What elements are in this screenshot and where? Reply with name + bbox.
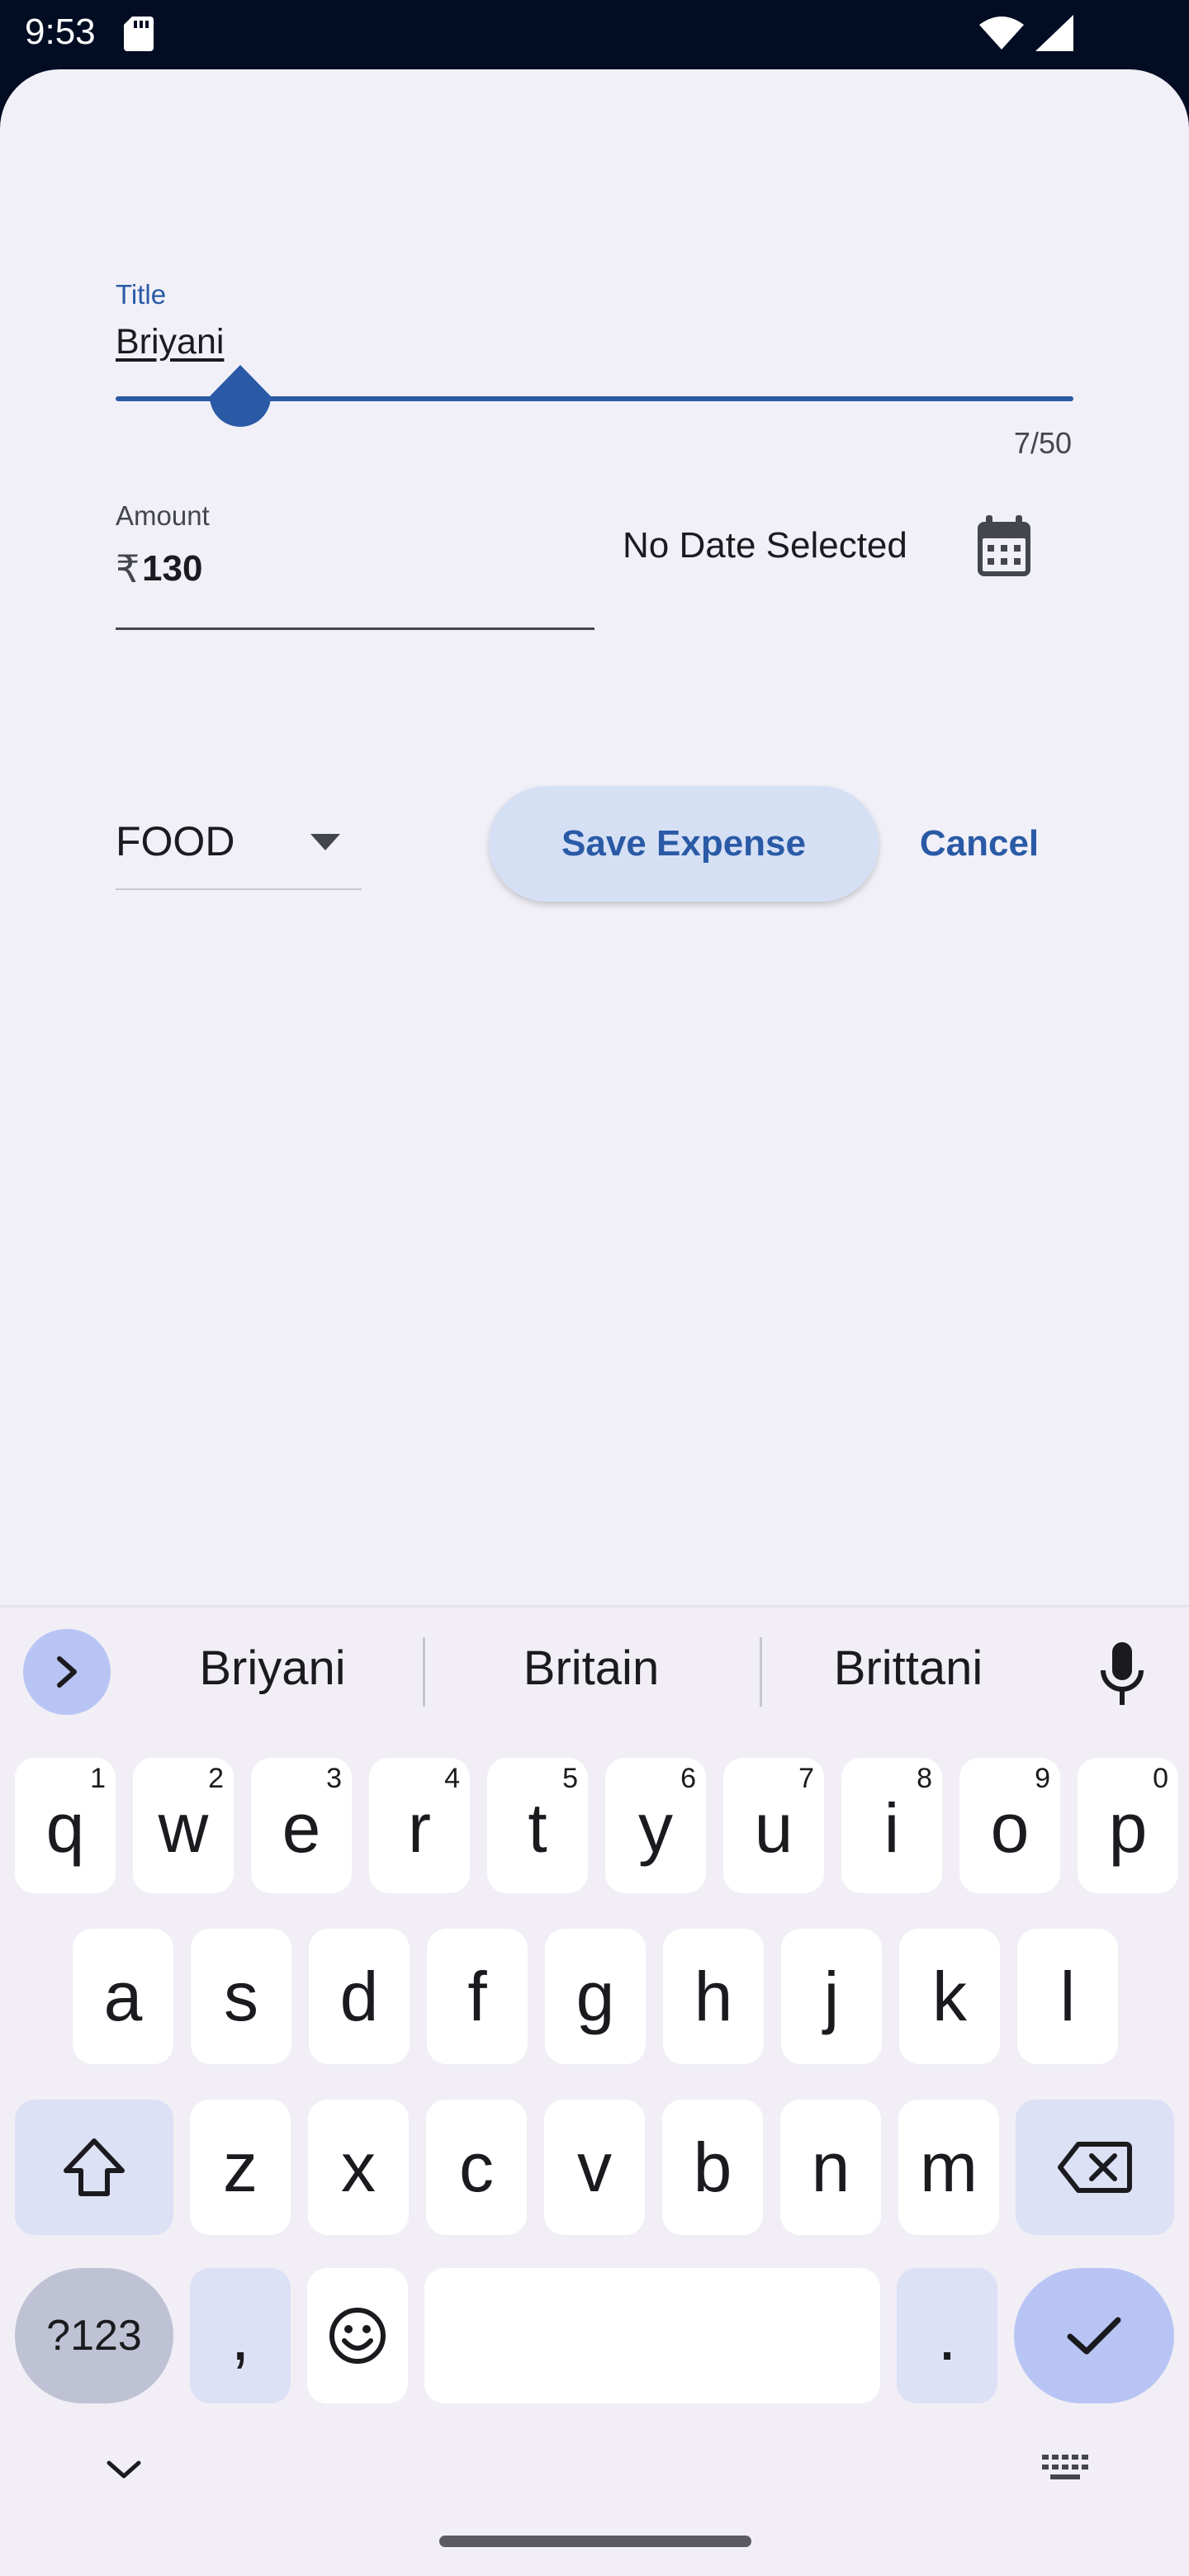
- key-z[interactable]: z: [190, 2100, 291, 2235]
- key-number-hint: 7: [798, 1763, 814, 1794]
- key-number-hint: 0: [1153, 1763, 1168, 1794]
- key-u[interactable]: u7: [723, 1758, 824, 1893]
- key-d[interactable]: d: [309, 1929, 410, 2064]
- suggestion-expand-button[interactable]: [23, 1629, 111, 1715]
- key-number-hint: 4: [444, 1763, 460, 1794]
- suggestion-1[interactable]: Briyani: [140, 1641, 405, 1696]
- selected-date-text: No Date Selected: [623, 525, 907, 566]
- soft-keyboard: Briyani Britain Brittani q1w2e3r4t5y6u7i…: [0, 1605, 1189, 2576]
- key-i[interactable]: i8: [841, 1758, 942, 1893]
- gesture-nav-handle[interactable]: [439, 2536, 751, 2547]
- key-o[interactable]: o9: [959, 1758, 1060, 1893]
- key-letter: q: [45, 1788, 85, 1867]
- emoji-key[interactable]: [307, 2268, 408, 2403]
- key-letter: r: [408, 1788, 431, 1867]
- key-l[interactable]: l: [1017, 1929, 1118, 2064]
- key-y[interactable]: y6: [605, 1758, 706, 1893]
- key-number-hint: 6: [680, 1763, 696, 1794]
- title-input[interactable]: Briyani: [116, 322, 224, 362]
- key-g[interactable]: g: [545, 1929, 646, 2064]
- microphone-icon[interactable]: [1098, 1641, 1146, 1707]
- key-number-hint: 5: [562, 1763, 578, 1794]
- key-m[interactable]: m: [898, 2100, 999, 2235]
- key-b[interactable]: b: [662, 2100, 763, 2235]
- key-t[interactable]: t5: [487, 1758, 588, 1893]
- key-j[interactable]: j: [781, 1929, 882, 2064]
- key-letter: u: [754, 1788, 793, 1867]
- calendar-icon[interactable]: [971, 512, 1037, 581]
- cancel-button[interactable]: Cancel: [897, 786, 1062, 902]
- hide-keyboard-icon[interactable]: [104, 2455, 144, 2484]
- key-v[interactable]: v: [544, 2100, 645, 2235]
- key-letter: e: [282, 1788, 321, 1867]
- amount-input[interactable]: 130: [142, 548, 202, 590]
- key-number-hint: 9: [1035, 1763, 1050, 1794]
- status-time: 9:53: [25, 12, 96, 52]
- chevron-right-icon: [57, 1656, 77, 1688]
- key-r[interactable]: r4: [369, 1758, 470, 1893]
- keyboard-switch-icon[interactable]: [1040, 2451, 1090, 2484]
- title-char-counter: 7/50: [1013, 426, 1072, 460]
- suggestion-divider: [423, 1637, 425, 1707]
- shift-key[interactable]: [15, 2100, 173, 2235]
- checkmark-icon: [1067, 2317, 1121, 2355]
- category-dropdown[interactable]: FOOD: [116, 793, 362, 890]
- key-letter: o: [990, 1788, 1030, 1867]
- key-number-hint: 1: [90, 1763, 106, 1794]
- dropdown-arrow-icon: [310, 834, 340, 850]
- category-value: FOOD: [116, 818, 235, 864]
- emoji-icon: [329, 2308, 386, 2364]
- key-q[interactable]: q1: [15, 1758, 116, 1893]
- text-cursor-handle[interactable]: [208, 363, 272, 443]
- status-bar: 9:53: [0, 0, 1189, 71]
- enter-key[interactable]: [1014, 2268, 1174, 2403]
- shift-icon: [64, 2138, 125, 2196]
- key-letter: i: [883, 1788, 900, 1867]
- category-underline: [116, 888, 362, 890]
- comma-key[interactable]: ,: [190, 2268, 291, 2403]
- key-a[interactable]: a: [73, 1929, 173, 2064]
- suggestion-divider: [760, 1637, 762, 1707]
- key-e[interactable]: e3: [251, 1758, 352, 1893]
- key-k[interactable]: k: [899, 1929, 1000, 2064]
- key-number-hint: 8: [917, 1763, 932, 1794]
- signal-icon: [1035, 15, 1073, 51]
- key-letter: p: [1108, 1788, 1148, 1867]
- key-h[interactable]: h: [663, 1929, 764, 2064]
- period-key[interactable]: .: [897, 2268, 997, 2403]
- wifi-icon: [979, 17, 1024, 50]
- key-number-hint: 3: [326, 1763, 342, 1794]
- symbols-key[interactable]: ?123: [15, 2268, 173, 2403]
- key-p[interactable]: p0: [1078, 1758, 1178, 1893]
- key-x[interactable]: x: [308, 2100, 409, 2235]
- backspace-icon: [1058, 2142, 1132, 2193]
- title-label: Title: [116, 279, 167, 310]
- suggestion-2[interactable]: Britain: [459, 1641, 723, 1696]
- key-w[interactable]: w2: [133, 1758, 234, 1893]
- key-s[interactable]: s: [191, 1929, 291, 2064]
- key-letter: y: [638, 1788, 673, 1867]
- sd-card-icon: [124, 17, 154, 51]
- key-letter: t: [528, 1788, 547, 1867]
- space-key[interactable]: [424, 2268, 880, 2403]
- key-n[interactable]: n: [780, 2100, 881, 2235]
- backspace-key[interactable]: [1016, 2100, 1174, 2235]
- key-c[interactable]: c: [426, 2100, 527, 2235]
- key-letter: w: [158, 1788, 209, 1867]
- key-number-hint: 2: [208, 1763, 224, 1794]
- amount-underline: [116, 627, 594, 630]
- save-expense-button[interactable]: Save Expense: [489, 786, 879, 902]
- currency-prefix: ₹: [116, 547, 140, 590]
- key-f[interactable]: f: [427, 1929, 528, 2064]
- suggestion-3[interactable]: Brittani: [776, 1641, 1040, 1696]
- amount-label: Amount: [116, 500, 210, 531]
